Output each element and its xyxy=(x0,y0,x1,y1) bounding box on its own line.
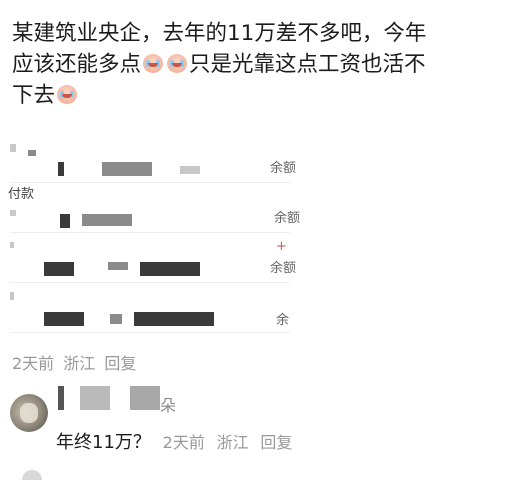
row-divider xyxy=(10,332,290,333)
crying-face-icon xyxy=(165,51,189,75)
username-mask xyxy=(80,386,110,410)
pixelated-mosaic xyxy=(28,150,36,156)
pixelated-mosaic xyxy=(108,262,128,270)
post-time: 2天前 xyxy=(12,354,55,373)
comment-item: 朵 年终11万？ 2天前 浙江 回复 xyxy=(10,384,500,464)
pixelated-mosaic xyxy=(10,144,16,152)
pixelated-mosaic xyxy=(44,262,74,276)
next-comment-avatar xyxy=(22,470,42,480)
pixelated-mosaic xyxy=(60,214,70,228)
pixelated-mosaic xyxy=(134,312,214,326)
crying-face-icon xyxy=(141,51,165,75)
attached-screenshot[interactable]: 余额 付款 余额 + 余额 余 xyxy=(0,130,300,340)
plus-sign: + xyxy=(276,239,287,254)
username-mask xyxy=(130,386,160,410)
pixelated-mosaic xyxy=(10,292,14,300)
comment-location: 浙江 xyxy=(216,433,249,452)
pixelated-mosaic xyxy=(44,312,84,326)
comment-text-row: 年终11万？ 2天前 浙江 回复 xyxy=(56,428,292,454)
comment-text: 年终11万？ xyxy=(56,432,151,453)
post-content: 某建筑业央企，去年的11万差不多吧，今年 应该还能多点 只是光靠这点工资也活不 下… xyxy=(12,18,502,111)
pixelated-mosaic xyxy=(110,314,122,324)
pixelated-mosaic xyxy=(102,162,152,176)
post-line-2-start: 应该还能多点 xyxy=(12,52,142,77)
post-line-1: 某建筑业央企，去年的11万差不多吧，今年 xyxy=(12,21,427,46)
pixelated-mosaic xyxy=(180,166,200,174)
post-reply-button[interactable]: 回复 xyxy=(104,354,136,373)
row-divider xyxy=(10,282,290,283)
avatar[interactable] xyxy=(10,394,48,432)
balance-label: 余额 xyxy=(270,161,297,176)
username-mask xyxy=(58,386,64,410)
pixelated-mosaic xyxy=(82,214,132,226)
pixelated-mosaic xyxy=(10,210,16,216)
balance-label: 余额 xyxy=(274,211,300,226)
username[interactable]: 朵 xyxy=(160,392,176,416)
pixelated-mosaic xyxy=(58,162,64,176)
row-divider xyxy=(10,232,290,233)
row-divider xyxy=(10,182,290,183)
comment-reply-button[interactable]: 回复 xyxy=(260,433,292,452)
pixelated-mosaic xyxy=(10,242,14,248)
post-line-3: 下去 xyxy=(12,83,56,108)
post-line-2-end: 只是光靠这点工资也活不 xyxy=(189,52,426,77)
comment-time: 2天前 xyxy=(162,433,205,452)
yu-label: 余 xyxy=(276,313,290,328)
post-meta: 2天前 浙江 回复 xyxy=(12,350,140,374)
crying-face-icon xyxy=(55,82,79,106)
balance-label: 余额 xyxy=(270,261,297,276)
pixelated-mosaic xyxy=(140,262,200,276)
payment-label: 付款 xyxy=(8,187,35,202)
post-location: 浙江 xyxy=(63,354,96,373)
